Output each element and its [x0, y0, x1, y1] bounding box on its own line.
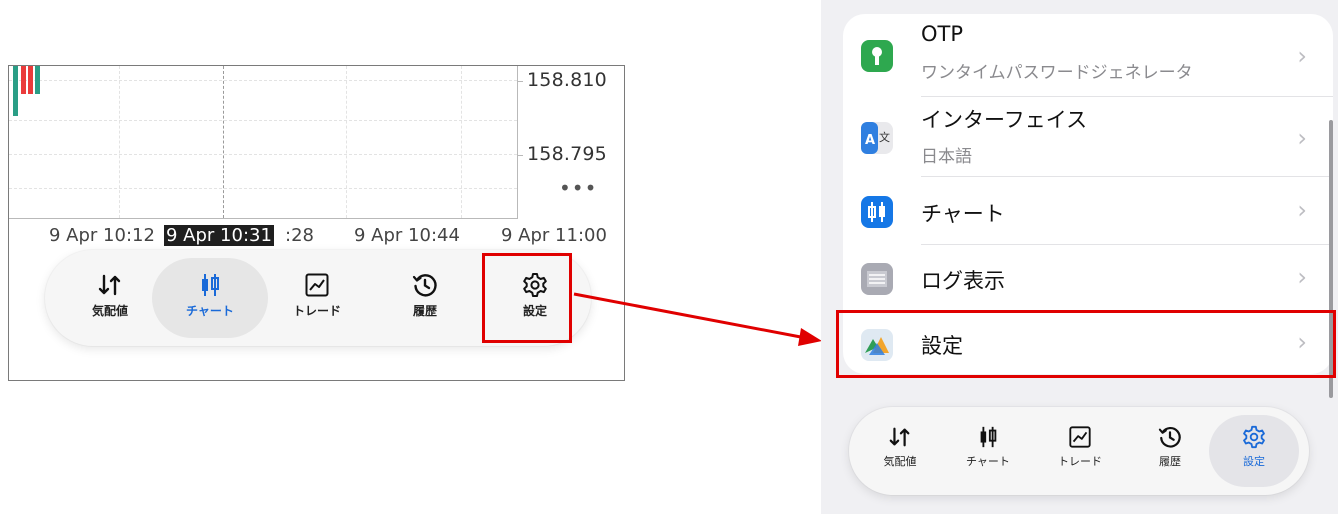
price-tick [517, 81, 523, 82]
grid-line [9, 154, 517, 155]
tab-label: チャート [966, 455, 1010, 468]
tab-label: 履歴 [1159, 455, 1181, 468]
svg-text:文: 文 [879, 130, 890, 144]
crosshair-line [223, 66, 224, 218]
quotes-arrows-icon [889, 427, 910, 447]
price-label-lower: 158.795 [527, 143, 607, 165]
tab-history[interactable]: 履歴 [375, 272, 475, 319]
gear-icon [1243, 425, 1265, 449]
tab-label: 気配値 [91, 304, 128, 318]
tab-label: 設定 [1243, 455, 1265, 468]
candle-bar [13, 66, 18, 116]
row-subtitle: 日本語 [921, 147, 972, 167]
tab-quotes[interactable]: 気配値 [857, 425, 943, 469]
tab-trade[interactable]: トレード [1037, 425, 1123, 469]
quotes-arrows-icon [98, 274, 121, 296]
pointer-arrow [573, 292, 822, 346]
candle-bar [35, 66, 40, 94]
row-subtitle: ワンタイムパスワードジェネレータ [921, 63, 1193, 83]
tab-label: チャート [186, 304, 234, 318]
time-label: :28 [285, 225, 314, 246]
candle-bar [21, 66, 26, 94]
row-title: ログ表示 [921, 269, 1005, 293]
tab-quotes[interactable]: 気配値 [60, 272, 160, 319]
grid-line [119, 66, 120, 218]
row-title: チャート [921, 202, 1005, 226]
history-clock-icon [412, 274, 437, 297]
settings-screen: OTP ワンタイムパスワードジェネレータ › A 文 インターフェイス 日本語 … [821, 0, 1338, 514]
time-label: 9 Apr 10:12 [49, 225, 155, 246]
settings-row-otp[interactable]: OTP ワンタイムパスワードジェネレータ › [843, 14, 1333, 98]
price-tick [517, 155, 523, 156]
chevron-right-icon: › [1297, 42, 1307, 70]
highlight-box-settings-tab [482, 253, 572, 343]
tab-label: 気配値 [883, 455, 917, 468]
trade-chart-icon [305, 273, 329, 297]
candlestick-icon [861, 196, 893, 228]
trade-chart-icon [1069, 426, 1091, 448]
tab-chart[interactable]: チャート [945, 425, 1031, 469]
translate-icon: A 文 [861, 122, 893, 154]
row-divider [921, 96, 1333, 97]
time-label: 9 Apr 11:00 [501, 225, 607, 246]
settings-row-log[interactable]: ログ表示 › [843, 246, 1333, 312]
history-clock-icon [1158, 426, 1181, 448]
tab-label: 履歴 [412, 304, 437, 318]
tab-trade[interactable]: トレード [267, 272, 367, 319]
more-options-icon[interactable]: ••• [559, 176, 597, 200]
grid-line [9, 80, 517, 81]
bottom-tab-bar: 気配値 チャート トレード 履歴 設定 [849, 407, 1309, 495]
grid-line [346, 66, 347, 218]
highlight-box-settings-row [836, 310, 1336, 378]
tab-label: トレード [1058, 455, 1102, 468]
grid-line [461, 66, 462, 218]
settings-row-chart[interactable]: チャート › [843, 178, 1333, 246]
candlestick-icon [980, 426, 997, 448]
candle-bar [28, 66, 33, 94]
svg-text:A: A [865, 133, 875, 148]
chevron-right-icon: › [1297, 124, 1307, 152]
price-label-upper: 158.810 [527, 69, 607, 91]
document-icon [861, 263, 893, 295]
tab-chart[interactable]: チャート [160, 272, 260, 319]
candlestick-icon [202, 274, 219, 296]
grid-line [9, 188, 517, 189]
settings-row-interface[interactable]: A 文 インターフェイス 日本語 › [843, 98, 1333, 178]
row-divider [921, 176, 1333, 177]
tab-history[interactable]: 履歴 [1127, 425, 1213, 469]
chart-plot-area[interactable] [9, 66, 518, 219]
time-label-crosshair: 9 Apr 10:31 [164, 225, 274, 246]
tab-settings[interactable]: 設定 [1211, 425, 1297, 469]
grid-line [9, 120, 517, 121]
row-title: インターフェイス [921, 108, 1088, 132]
tab-label: トレード [292, 304, 341, 318]
time-label: 9 Apr 10:44 [354, 225, 460, 246]
key-icon [861, 40, 893, 72]
chevron-right-icon: › [1297, 196, 1307, 224]
chevron-right-icon: › [1297, 263, 1307, 291]
row-title: OTP [921, 22, 964, 46]
row-divider [921, 244, 1333, 245]
